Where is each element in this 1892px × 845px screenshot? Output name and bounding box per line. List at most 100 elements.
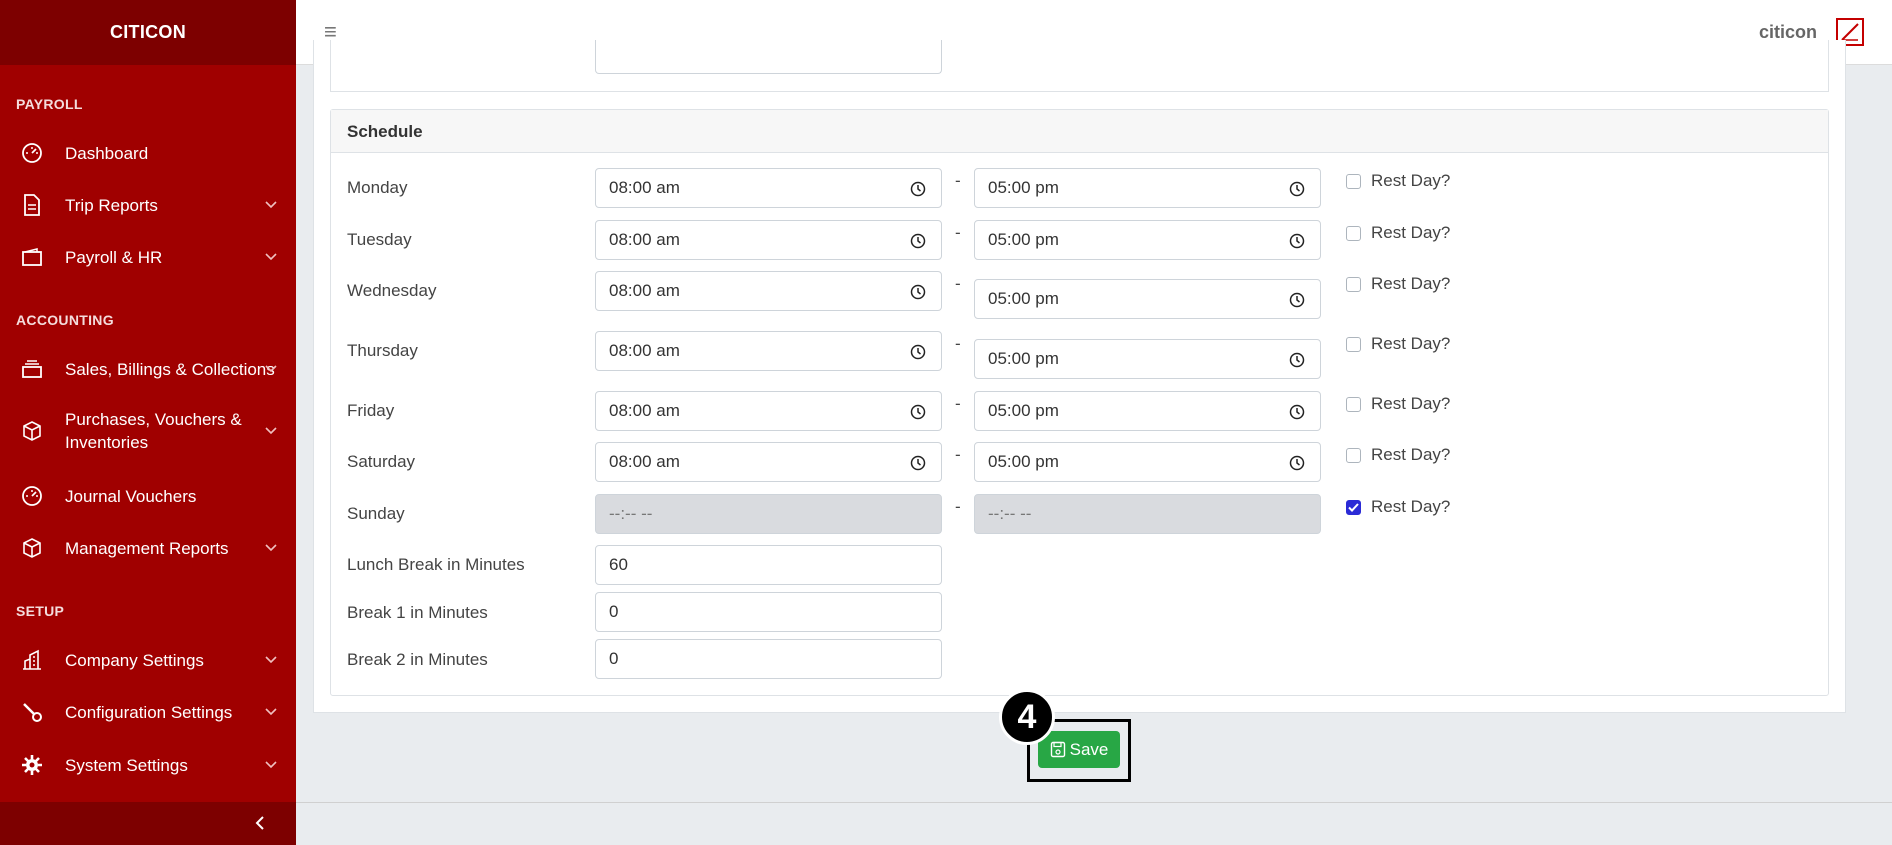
clock-icon <box>910 404 926 420</box>
sidebar-item-dashboard[interactable]: Dashboard <box>0 141 296 165</box>
sidebar-item-label: Payroll & HR <box>65 247 163 267</box>
sidebar-item-journal-vouchers[interactable]: Journal Vouchers <box>0 484 296 508</box>
clock-icon <box>1289 292 1305 308</box>
sidebar-item-trip-reports[interactable]: Trip Reports <box>0 193 296 217</box>
friday-start-time-input[interactable]: 08:00 am <box>595 391 942 431</box>
sidebar-item-label: Journal Vouchers <box>65 486 197 506</box>
monday-rest-day[interactable]: Rest Day? <box>1346 171 1450 191</box>
start-time-value: 08:00 am <box>609 401 680 420</box>
thursday-rest-day[interactable]: Rest Day? <box>1346 334 1450 354</box>
saturday-start-time-input[interactable]: 08:00 am <box>595 442 942 482</box>
tuesday-start-time-input[interactable]: 08:00 am <box>595 220 942 260</box>
break2-value: 0 <box>609 649 619 668</box>
save-button[interactable]: Save <box>1038 731 1120 768</box>
sidebar-item-purchases[interactable]: Purchases, Vouchers & Inventories <box>0 408 296 454</box>
saturday-rest-day[interactable]: Rest Day? <box>1346 445 1450 465</box>
sidebar-item-management-reports[interactable]: Management Reports <box>0 536 296 560</box>
friday-end-time-input[interactable]: 05:00 pm <box>974 391 1321 431</box>
end-time-value: 05:00 pm <box>988 230 1059 249</box>
monday-end-time-input[interactable]: 05:00 pm <box>974 168 1321 208</box>
time-separator: - <box>955 445 961 464</box>
rest-day-checkbox[interactable] <box>1346 447 1361 463</box>
section-title-setup: SETUP <box>16 603 65 619</box>
chevron-down-icon <box>264 758 278 772</box>
end-time-value: --:-- -- <box>988 504 1032 523</box>
brand-logo[interactable]: CITICON <box>0 0 296 65</box>
building-icon <box>20 648 44 672</box>
sidebar-item-system-settings[interactable]: System Settings <box>0 753 296 777</box>
time-separator: - <box>955 497 961 516</box>
time-separator: - <box>955 394 961 413</box>
tuesday-rest-day[interactable]: Rest Day? <box>1346 223 1450 243</box>
schedule-header: Schedule <box>331 110 1828 153</box>
thursday-end-time-input[interactable]: 05:00 pm <box>974 339 1321 379</box>
clock-icon <box>1289 455 1305 471</box>
sidebar-item-configuration-settings[interactable]: Configuration Settings <box>0 700 296 724</box>
time-separator: - <box>955 171 961 190</box>
rest-day-label: Rest Day? <box>1371 445 1451 464</box>
rest-day-label: Rest Day? <box>1371 274 1451 293</box>
time-separator: - <box>955 274 961 293</box>
start-time-value: --:-- -- <box>609 504 653 523</box>
chevron-down-icon <box>264 653 278 667</box>
sidebar-item-label: Management Reports <box>65 538 229 558</box>
lunch-break-value: 60 <box>609 555 628 574</box>
break2-input[interactable]: 0 <box>595 639 942 679</box>
sidebar-item-label: Sales, Billings & Collections <box>65 359 275 379</box>
start-time-value: 08:00 am <box>609 230 680 249</box>
lunch-break-input[interactable]: 60 <box>595 545 942 585</box>
rest-day-label: Rest Day? <box>1371 497 1451 516</box>
day-label-wednesday: Wednesday <box>347 281 437 300</box>
clock-icon <box>1289 352 1305 368</box>
box-icon <box>20 536 44 560</box>
saturday-end-time-input[interactable]: 05:00 pm <box>974 442 1321 482</box>
chevron-down-icon <box>264 541 278 555</box>
end-time-value: 05:00 pm <box>988 178 1059 197</box>
end-time-value: 05:00 pm <box>988 452 1059 471</box>
file-icon <box>20 193 44 217</box>
wrench-icon <box>20 700 44 724</box>
rest-day-checkbox[interactable] <box>1346 276 1361 292</box>
chevron-left-icon[interactable] <box>252 814 270 832</box>
sidebar-item-label: System Settings <box>65 755 188 775</box>
wednesday-start-time-input[interactable]: 08:00 am <box>595 271 942 311</box>
sidebar-item-payroll-hr[interactable]: Payroll & HR <box>0 245 296 269</box>
thursday-start-time-input[interactable]: 08:00 am <box>595 331 942 371</box>
chevron-down-icon <box>264 198 278 212</box>
gauge-icon <box>20 484 44 508</box>
tuesday-end-time-input[interactable]: 05:00 pm <box>974 220 1321 260</box>
previous-field-input[interactable] <box>595 40 942 74</box>
wednesday-end-time-input[interactable]: 05:00 pm <box>974 279 1321 319</box>
footer-divider <box>296 802 1892 803</box>
save-label: Save <box>1069 739 1109 759</box>
start-time-value: 08:00 am <box>609 178 680 197</box>
time-separator: - <box>955 223 961 242</box>
sunday-start-time-input: --:-- -- <box>595 494 942 534</box>
rest-day-checkbox[interactable] <box>1346 173 1361 189</box>
clock-icon <box>910 181 926 197</box>
time-separator: - <box>955 334 961 353</box>
clock-icon <box>1289 181 1305 197</box>
friday-rest-day[interactable]: Rest Day? <box>1346 394 1450 414</box>
start-time-value: 08:00 am <box>609 281 680 300</box>
wednesday-rest-day[interactable]: Rest Day? <box>1346 274 1450 294</box>
chevron-down-icon <box>264 705 278 719</box>
rest-day-checkbox[interactable] <box>1346 336 1361 352</box>
sidebar-collapse-bar <box>0 802 296 845</box>
start-time-value: 08:00 am <box>609 341 680 360</box>
break1-input[interactable]: 0 <box>595 592 942 632</box>
chevron-down-icon <box>264 250 278 264</box>
end-time-value: 05:00 pm <box>988 289 1059 308</box>
rest-day-checkbox[interactable] <box>1346 499 1361 515</box>
rest-day-checkbox[interactable] <box>1346 225 1361 241</box>
rest-day-label: Rest Day? <box>1371 394 1451 413</box>
clock-icon <box>910 455 926 471</box>
day-label-saturday: Saturday <box>347 452 416 471</box>
day-label-friday: Friday <box>347 401 395 420</box>
sunday-rest-day[interactable]: Rest Day? <box>1346 497 1450 517</box>
sidebar-item-sales[interactable]: Sales, Billings & Collections <box>0 357 296 381</box>
monday-start-time-input[interactable]: 08:00 am <box>595 168 942 208</box>
rest-day-checkbox[interactable] <box>1346 396 1361 412</box>
lunch-break-label: Lunch Break in Minutes <box>347 555 525 574</box>
sidebar-item-company-settings[interactable]: Company Settings <box>0 648 296 672</box>
